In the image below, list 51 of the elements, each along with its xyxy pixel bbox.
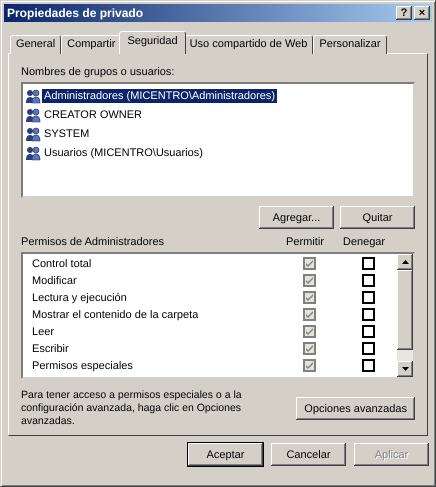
checkbox[interactable] [362,274,374,287]
tab[interactable]: Compartir [61,35,122,54]
column-header: Permitir [285,236,325,248]
column-header: Denegar [342,236,386,248]
scrollbar[interactable] [397,254,413,377]
checkbox[interactable] [362,359,374,372]
permission-name: Escribir [32,342,70,354]
check-icon [306,328,312,335]
scroll-down-icon[interactable] [402,367,408,371]
check-icon [306,311,312,318]
tab[interactable]: Uso compartido de Web [184,35,314,54]
permission-name: Leer [32,326,56,338]
advanced-options-button[interactable]: Opciones avanzadas [296,397,415,420]
remove-button[interactable]: Quitar [340,206,415,229]
users-icon [25,106,41,122]
users-icon [25,88,41,104]
permission-name: Modificar [32,274,78,286]
check-icon [306,294,312,301]
user-item[interactable]: Administradores (MICENTRO\Administradores) [42,88,278,102]
permissions-label: Permisos de Administradores [21,236,166,248]
tab[interactable]: Seguridad [119,31,186,54]
users-icon [25,126,41,142]
add-button[interactable]: Agregar... [259,206,334,229]
advanced-hint: Para tener acceso a permisos especiales o a la configuración avanzada, haga clic en Opciones avanzadas. [21,389,243,428]
permission-name: Permisos especiales [32,360,134,372]
checkbox[interactable] [362,342,374,355]
checkbox[interactable] [362,291,374,304]
check-icon [306,362,312,369]
tab[interactable]: Personalizar [313,35,387,54]
checkbox[interactable] [362,257,374,270]
user-item[interactable]: SYSTEM [42,126,92,140]
users-icon [25,144,41,160]
groups-label: Nombres de grupos o usuarios: [21,66,176,78]
tab[interactable]: General [10,35,62,54]
check-icon [306,260,312,267]
users-list[interactable]: Administradores (MICENTRO\Administradores) CREATOR OWNER SYSTEM Usuarios (MICENTRO\Usuarios) [21,82,415,198]
window-title: Propiedades de privado [7,6,144,20]
check-icon [306,277,312,284]
dialog-button[interactable]: Cancelar [271,443,346,466]
user-item[interactable]: CREATOR OWNER [42,108,144,122]
permission-name: Lectura y ejecución [32,292,128,304]
scroll-up-icon[interactable] [402,260,408,264]
permission-name: Control total [32,258,92,270]
check-icon [306,345,312,352]
checkbox[interactable] [362,308,374,321]
dialog-button[interactable]: Aceptar [188,443,263,466]
permission-name: Mostrar el contenido de la carpeta [32,308,200,320]
checkbox[interactable] [362,325,374,338]
close-button[interactable]: × [414,6,430,20]
user-item[interactable]: Usuarios (MICENTRO\Usuarios) [42,146,205,160]
help-button[interactable]: ? [396,6,412,20]
